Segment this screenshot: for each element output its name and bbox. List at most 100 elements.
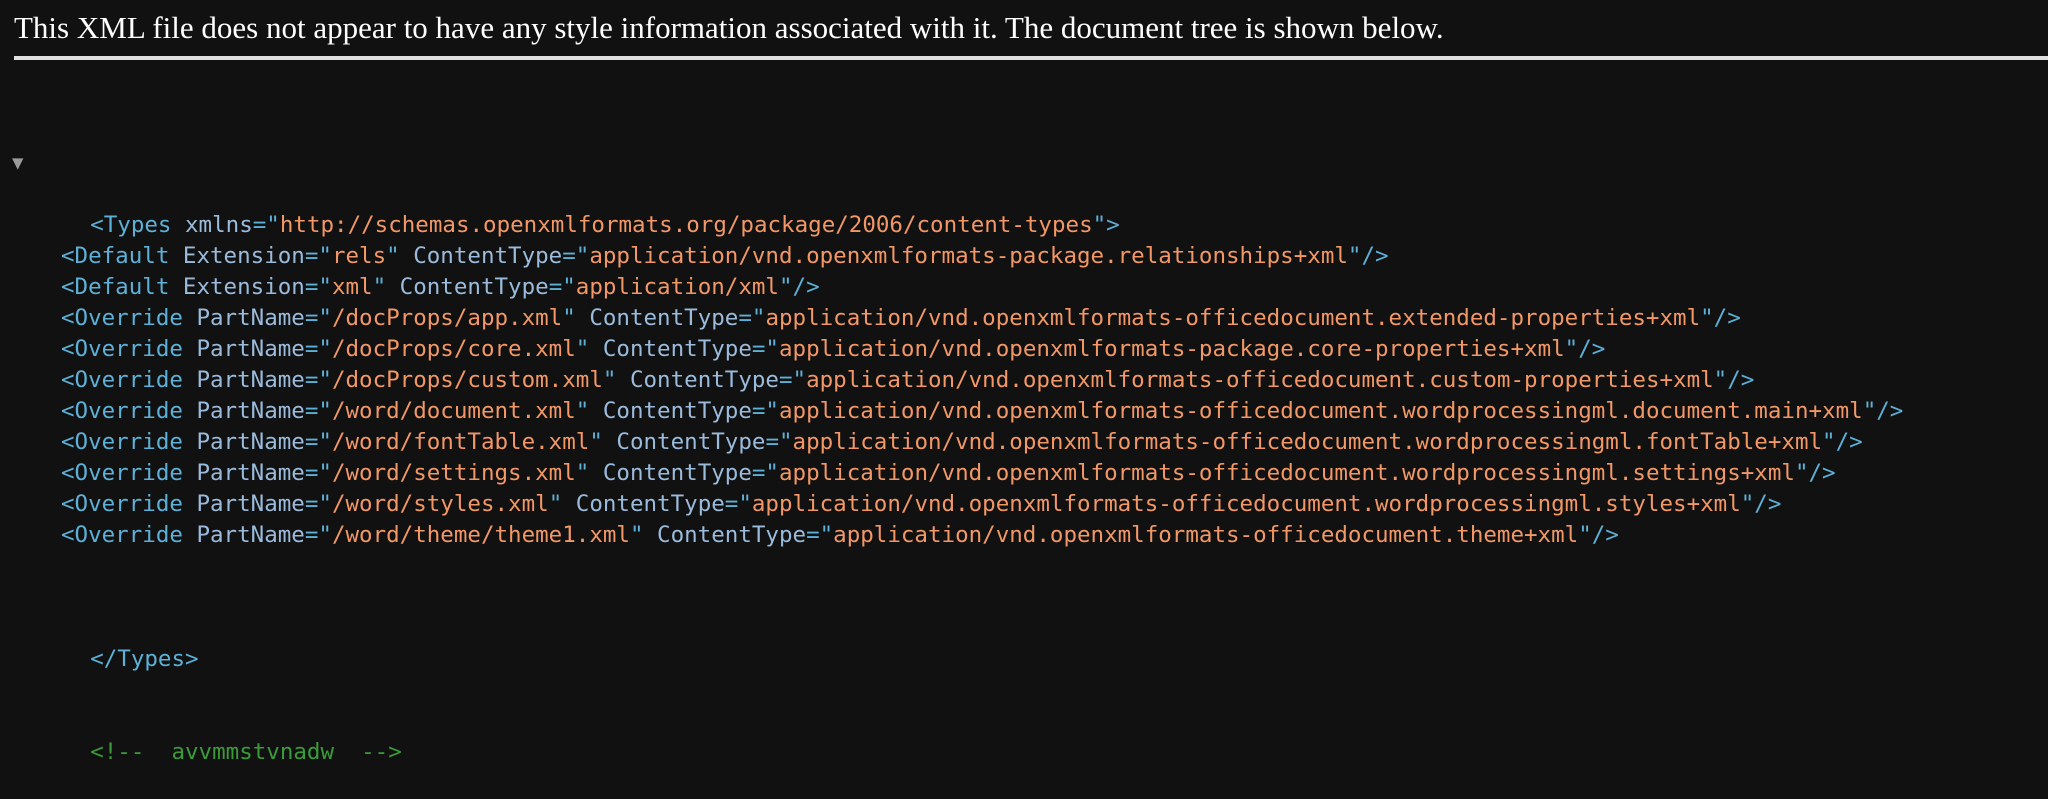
element-tag-close: "/>: [1794, 460, 1836, 486]
attr-eq: =": [304, 460, 332, 486]
attr-value: application/vnd.openxmlformats-officedoc…: [765, 305, 1701, 331]
attr-value: xml: [331, 274, 373, 300]
element-tag-open: <Default: [61, 243, 183, 269]
xml-root-open-line: ▼ <Types xmlns="http://schemas.openxmlfo…: [0, 148, 2048, 238]
element-tag-open: <Override: [61, 367, 197, 393]
attr-name: ContentType: [602, 460, 752, 486]
attr-value: /docProps/core.xml: [331, 336, 576, 362]
attr-value: application/vnd.openxmlformats-officedoc…: [833, 522, 1579, 548]
xml-element-line: <Override PartName="/word/styles.xml" Co…: [0, 489, 2048, 520]
attr-sep: ": [372, 274, 400, 300]
attr-sep: ": [575, 398, 603, 424]
attr-name: ContentType: [413, 243, 563, 269]
xml-comment: <!-- avvmmstvnadw -->: [90, 739, 402, 765]
attr-value: application/vnd.openxmlformats-officedoc…: [778, 398, 1863, 424]
attr-eq: =": [304, 398, 332, 424]
element-tag-open: <Default: [61, 274, 183, 300]
element-tag-close: "/>: [778, 274, 820, 300]
attr-eq: =": [751, 398, 779, 424]
attr-name: ContentType: [616, 429, 766, 455]
xml-element-line: <Override PartName="/word/fontTable.xml"…: [0, 427, 2048, 458]
element-tag-close: "/>: [1564, 336, 1606, 362]
attr-name: Extension: [182, 274, 305, 300]
attr-eq: =": [778, 367, 807, 393]
attr-eq: =": [562, 243, 590, 269]
attr-eq: =": [304, 522, 332, 548]
xml-root-close-line: </Types>: [0, 613, 2048, 672]
element-tag-close: "/>: [1740, 491, 1782, 517]
xml-element-line: <Default Extension="rels" ContentType="a…: [0, 241, 2048, 272]
attr-eq: =": [304, 367, 332, 393]
attr-eq: =": [724, 491, 752, 517]
element-tag-open: <Override: [61, 522, 197, 548]
attr-value: /docProps/custom.xml: [331, 367, 603, 393]
attr-value: /docProps/app.xml: [331, 305, 563, 331]
root-attr-name: xmlns: [185, 212, 253, 238]
root-tag-open-end: ">: [1092, 212, 1120, 238]
xml-comment-line: <!-- avvmmstvnadw -->: [0, 706, 2048, 765]
root-attr-eq: =": [252, 212, 280, 238]
attr-name: PartName: [196, 460, 305, 486]
xml-element-line: <Override PartName="/word/theme/theme1.x…: [0, 520, 2048, 551]
element-tag-close: "/>: [1822, 429, 1863, 455]
attr-value: application/vnd.openxmlformats-officedoc…: [806, 367, 1714, 393]
collapse-triangle-icon[interactable]: ▼: [12, 148, 23, 179]
element-tag-open: <Override: [61, 398, 197, 424]
attr-name: ContentType: [575, 491, 725, 517]
element-tag-open: <Override: [61, 491, 197, 517]
attr-sep: ": [629, 522, 658, 548]
element-tag-close: "/>: [1713, 367, 1755, 393]
xml-element-line: <Override PartName="/docProps/app.xml" C…: [0, 303, 2048, 334]
root-tag-open: <Types: [90, 212, 186, 238]
attr-value: application/vnd.openxmlformats-package.r…: [589, 243, 1348, 269]
attr-value: application/xml: [575, 274, 779, 300]
element-tag-open: <Override: [61, 429, 197, 455]
attr-value: /word/fontTable.xml: [331, 429, 590, 455]
root-tag-close: </Types>: [90, 646, 199, 672]
element-tag-open: <Override: [61, 460, 197, 486]
attr-name: ContentType: [589, 305, 739, 331]
attr-value: /word/theme/theme1.xml: [331, 522, 630, 548]
xml-style-notice: This XML file does not appear to have an…: [14, 10, 1444, 45]
attr-name: PartName: [196, 398, 305, 424]
attr-eq: =": [304, 243, 332, 269]
element-tag-close: "/>: [1700, 305, 1741, 331]
attr-eq: =": [751, 336, 779, 362]
attr-eq: =": [304, 491, 332, 517]
attr-name: PartName: [196, 336, 305, 362]
attr-sep: ": [386, 243, 414, 269]
xml-element-line: <Override PartName="/word/document.xml" …: [0, 396, 2048, 427]
root-attr-value: http://schemas.openxmlformats.org/packag…: [279, 212, 1093, 238]
attr-name: ContentType: [629, 367, 779, 393]
attr-eq: =": [738, 305, 766, 331]
attr-sep: ": [602, 367, 630, 393]
attr-value: rels: [331, 243, 387, 269]
attr-name: ContentType: [602, 398, 752, 424]
attr-value: /word/document.xml: [331, 398, 576, 424]
attr-value: application/vnd.openxmlformats-officedoc…: [792, 429, 1823, 455]
attr-value: application/vnd.openxmlformats-package.c…: [778, 336, 1565, 362]
attr-value: application/vnd.openxmlformats-officedoc…: [778, 460, 1795, 486]
element-tag-close: "/>: [1578, 522, 1619, 548]
attr-name: ContentType: [657, 522, 807, 548]
attr-eq: =": [751, 460, 779, 486]
xml-element-line: <Override PartName="/docProps/core.xml" …: [0, 334, 2048, 365]
xml-document-tree: ▼ <Types xmlns="http://schemas.openxmlfo…: [0, 86, 2048, 768]
xml-element-line: <Override PartName="/docProps/custom.xml…: [0, 365, 2048, 396]
xml-element-line: <Default Extension="xml" ContentType="ap…: [0, 272, 2048, 303]
attr-name: PartName: [196, 367, 305, 393]
element-tag-close: "/>: [1347, 243, 1389, 269]
attr-value: /word/styles.xml: [331, 491, 549, 517]
element-tag-open: <Override: [61, 305, 197, 331]
element-tag-close: "/>: [1862, 398, 1904, 424]
attr-eq: =": [304, 274, 332, 300]
attr-name: ContentType: [602, 336, 752, 362]
attr-name: PartName: [196, 491, 305, 517]
attr-value: /word/settings.xml: [331, 460, 576, 486]
attr-name: Extension: [182, 243, 305, 269]
notice-divider: [14, 56, 2048, 60]
attr-sep: ": [589, 429, 617, 455]
xml-element-line: <Override PartName="/word/settings.xml" …: [0, 458, 2048, 489]
xml-children: <Default Extension="rels" ContentType="a…: [0, 241, 2048, 551]
attr-eq: =": [806, 522, 834, 548]
